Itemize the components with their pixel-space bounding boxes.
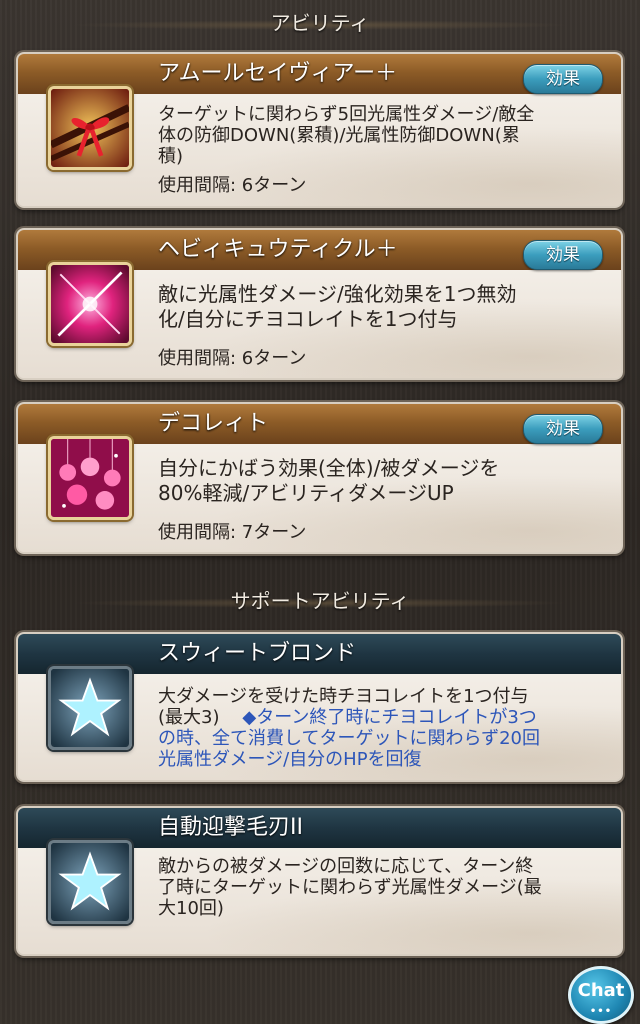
desc-highlight: 光属性ダメージ/自分のHPを回復: [158, 749, 422, 770]
desc-highlight: の時、全て消費してターゲットに関わらず20回: [158, 728, 541, 749]
desc-line: 敵に光属性ダメージ/強化効果を1つ無効: [158, 282, 517, 306]
pink-slash-icon: [48, 262, 132, 346]
desc-segment: (最大3): [158, 707, 220, 728]
support-section-header: サポートアビリティ: [70, 586, 570, 616]
support-description: 敵からの被ダメージの回数に応じて、ターン終 了時にターゲットに関わらず光属性ダメ…: [158, 856, 601, 919]
ability-cooldown: 使用間隔: 7ターン: [158, 522, 307, 543]
desc-line: 80%軽減/アビリティダメージUP: [158, 481, 454, 505]
ability-description: ターゲットに関わらず5回光属性ダメージ/敵全 体の防御DOWN(累積)/光属性防…: [158, 104, 601, 167]
desc-line: 自分にかばう効果(全体)/被ダメージを: [158, 456, 500, 480]
ability-cooldown: 使用間隔: 6ターン: [158, 348, 307, 369]
desc-line: ターゲットに関わらず5回光属性ダメージ/敵全: [158, 104, 535, 125]
effect-button[interactable]: 効果: [523, 414, 603, 444]
star-icon: [48, 666, 132, 750]
ability-description: 自分にかばう効果(全体)/被ダメージを 80%軽減/アビリティダメージUP: [158, 456, 601, 506]
desc-line: 大10回): [158, 898, 224, 919]
effect-button[interactable]: 効果: [523, 240, 603, 270]
support-description: 大ダメージを受けた時チヨコレイトを1つ付与 (最大3) ◆ターン終了時にチヨコレ…: [158, 686, 601, 770]
desc-line: 大ダメージを受けた時チヨコレイトを1つ付与: [158, 686, 529, 707]
ability-card-decoreito[interactable]: デコレィト 効果 自分にかばう効果(全体)/被ダメージを 80%軽減/アビリティ…: [16, 402, 623, 554]
star-icon: [48, 840, 132, 924]
desc-line: 積): [158, 146, 184, 167]
desc-line: 敵からの被ダメージの回数に応じて、ターン終: [158, 856, 534, 877]
ability-description: 敵に光属性ダメージ/強化効果を1つ無効 化/自分にチヨコレイトを1つ付与: [158, 282, 601, 332]
ability-cooldown: 使用間隔: 6ターン: [158, 175, 307, 196]
chat-label: Chat: [577, 980, 625, 1001]
support-card-auto-counter[interactable]: 自動迎撃毛刃II 敵からの被ダメージの回数に応じて、ターン終 了時にターゲットに…: [16, 806, 623, 956]
ability-section-header: アビリティ: [70, 8, 570, 38]
support-card-sweet-blond[interactable]: スウィートブロンド 大ダメージを受けた時チヨコレイトを1つ付与 (最大3) ◆タ…: [16, 632, 623, 782]
chat-button[interactable]: Chat •••: [568, 966, 634, 1024]
ability-card-amour-savior[interactable]: アムールセイヴィアー＋ 効果 ターゲットに関わらず5回光属性ダメージ/敵全 体の…: [16, 52, 623, 208]
desc-line: 化/自分にチヨコレイトを1つ付与: [158, 307, 458, 331]
desc-highlight: ◆ターン終了時にチヨコレイトが3つ: [242, 707, 537, 728]
effect-button[interactable]: 効果: [523, 64, 603, 94]
ribbon-gift-icon: [48, 86, 132, 170]
desc-line: (最大3) ◆ターン終了時にチヨコレイトが3つ: [158, 707, 601, 728]
chat-dots: •••: [589, 1006, 613, 1017]
pink-baubles-icon: [48, 436, 132, 520]
desc-line: 体の防御DOWN(累積)/光属性防御DOWN(累: [158, 125, 520, 146]
desc-line: 了時にターゲットに関わらず光属性ダメージ(最: [158, 877, 542, 898]
ability-card-heavy-cuticle[interactable]: ヘビィキュウティクル＋ 効果 敵に光属性ダメージ/強化効果を1つ無効 化/自分に…: [16, 228, 623, 380]
